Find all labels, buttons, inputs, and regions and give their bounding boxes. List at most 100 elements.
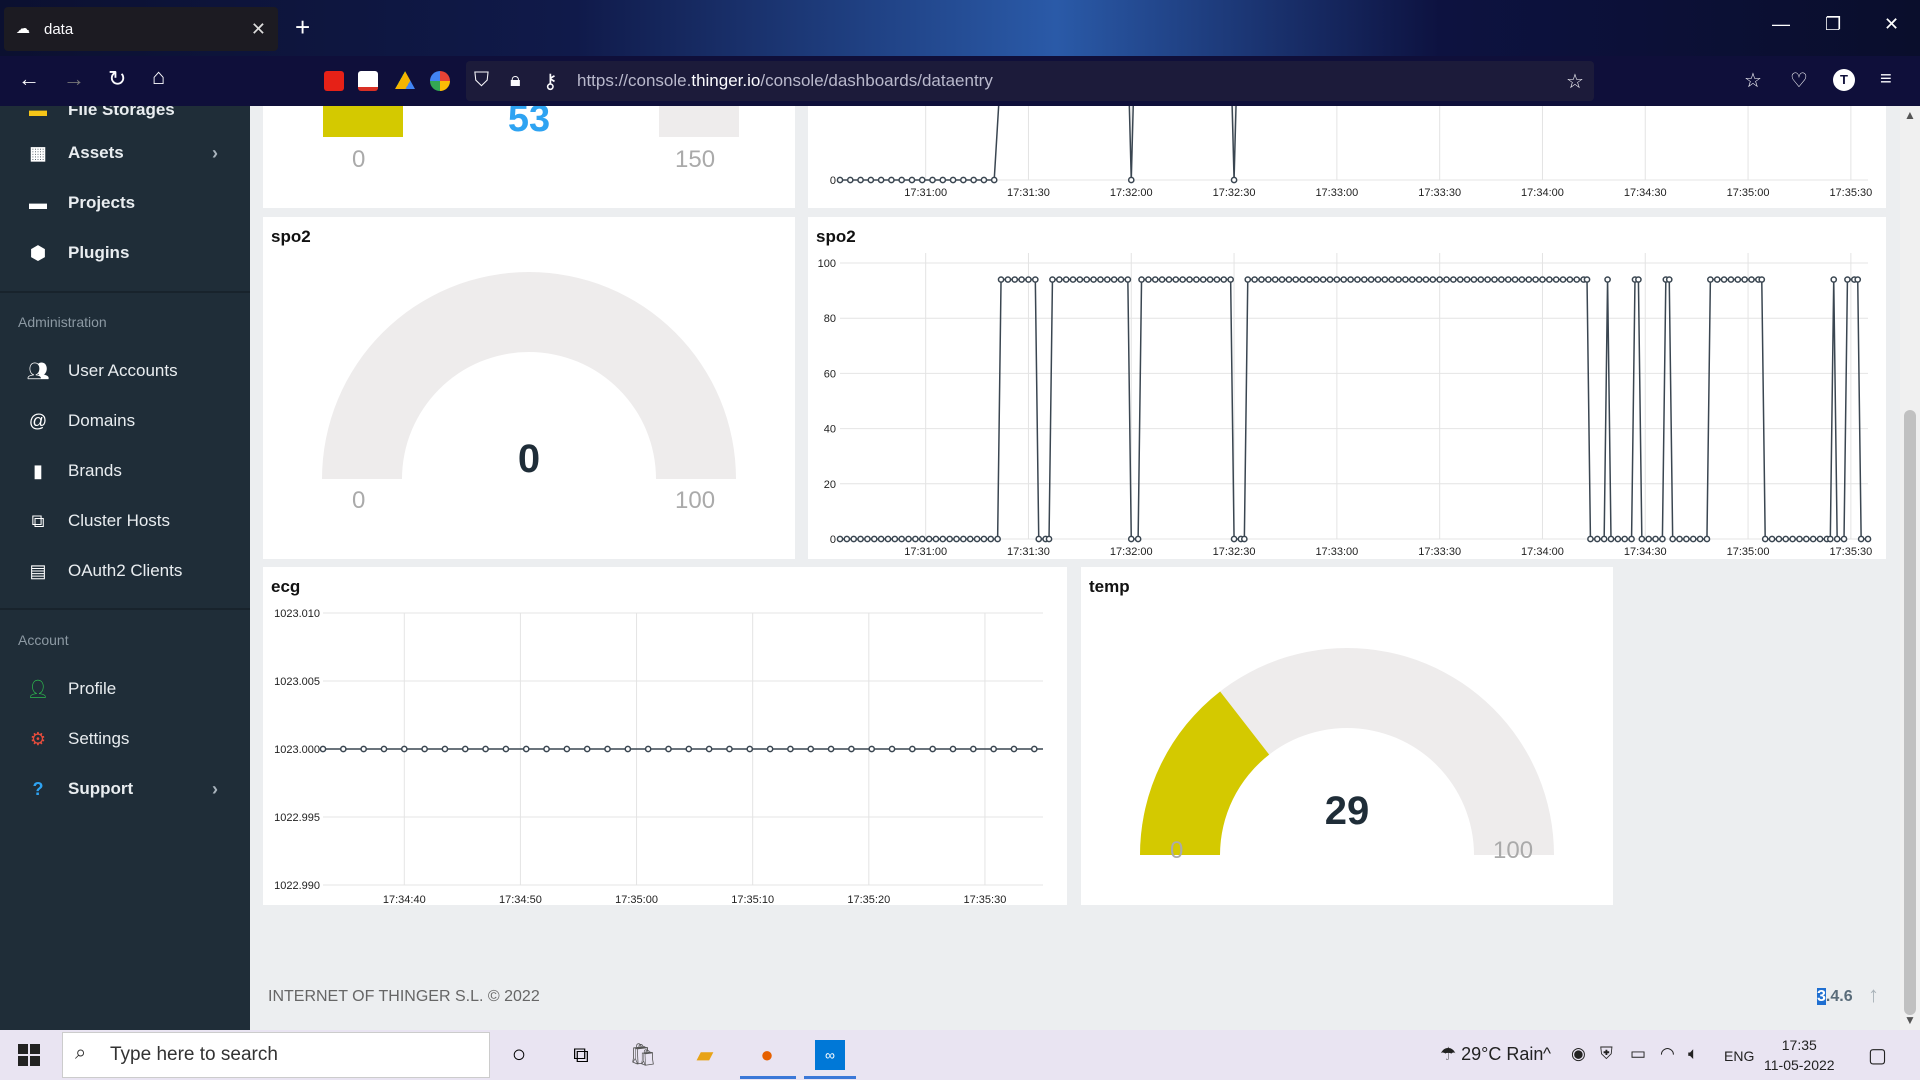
menu-icon[interactable]: ≡ bbox=[1880, 68, 1892, 91]
data-point bbox=[1532, 276, 1539, 283]
y-tick-label: 1023.005 bbox=[274, 676, 320, 688]
language-indicator[interactable]: ENG bbox=[1724, 1048, 1754, 1064]
data-point bbox=[1645, 535, 1653, 543]
firefox-icon[interactable]: ● bbox=[752, 1040, 782, 1070]
scroll-top-icon[interactable]: ↑ bbox=[1868, 982, 1879, 1008]
tab-close-icon[interactable]: ✕ bbox=[251, 19, 266, 40]
data-point bbox=[1621, 535, 1629, 543]
lock-icon[interactable]: 🔒︎ bbox=[510, 69, 521, 92]
data-point bbox=[1758, 276, 1766, 283]
wifi-icon[interactable]: ◠ bbox=[1660, 1044, 1675, 1064]
store-icon[interactable]: 🛍︎ bbox=[628, 1040, 658, 1070]
data-point bbox=[1497, 276, 1505, 283]
sidebar-heading-administration: Administration bbox=[18, 314, 107, 330]
windows-start-icon[interactable] bbox=[18, 1044, 40, 1066]
data-point bbox=[1607, 535, 1615, 543]
data-point bbox=[939, 535, 947, 543]
sidebar-item-file-storages[interactable]: ▬ File Storages bbox=[0, 106, 250, 130]
data-point bbox=[1117, 276, 1125, 283]
scroll-down-icon[interactable]: ▼ bbox=[1904, 1013, 1916, 1027]
new-tab-icon[interactable]: + bbox=[295, 12, 310, 43]
sidebar-item-settings[interactable]: ⚙ Settings bbox=[0, 719, 250, 759]
data-point bbox=[1145, 276, 1152, 283]
data-point bbox=[1833, 535, 1841, 543]
window-close-icon[interactable]: ✕ bbox=[1884, 14, 1899, 35]
data-point bbox=[891, 535, 899, 543]
data-point bbox=[1525, 276, 1533, 283]
data-point bbox=[1230, 176, 1238, 184]
weather-widget[interactable]: ☂ 29°C Rain bbox=[1440, 1044, 1543, 1065]
gears-icon: ⚙ bbox=[29, 728, 47, 749]
data-point bbox=[1854, 276, 1862, 283]
user-icon: 👤︎ bbox=[26, 678, 50, 699]
url-text[interactable]: https://console.thinger.io/console/dashb… bbox=[577, 71, 993, 91]
volume-icon[interactable]: 🔈︎ bbox=[1688, 1044, 1698, 1064]
tray-chevron-icon[interactable]: ^ bbox=[1543, 1044, 1551, 1064]
data-point bbox=[1450, 276, 1457, 283]
pocket-icon[interactable]: ♡ bbox=[1790, 68, 1808, 93]
data-point bbox=[1388, 276, 1396, 283]
version-label: 3.4.6 bbox=[1817, 988, 1853, 1005]
account-avatar[interactable]: T bbox=[1833, 69, 1855, 91]
y-tick-label: 0 bbox=[830, 534, 836, 546]
defender-icon[interactable]: ⛨ bbox=[1600, 1044, 1613, 1064]
reload-icon[interactable]: ↻ bbox=[108, 66, 126, 92]
browser-tab[interactable]: ☁ data ✕ bbox=[4, 7, 278, 51]
data-point bbox=[1604, 276, 1611, 283]
users-icon: 👥︎ bbox=[26, 360, 50, 381]
data-point bbox=[836, 176, 844, 184]
data-point bbox=[1741, 276, 1748, 283]
data-point bbox=[969, 745, 977, 753]
data-point bbox=[1683, 535, 1690, 543]
forward-icon[interactable]: → bbox=[63, 66, 85, 92]
data-point bbox=[1069, 276, 1077, 283]
sidebar-item-support[interactable]: ? Support › bbox=[0, 769, 250, 809]
data-point bbox=[1360, 276, 1368, 283]
collections-icon[interactable]: ☆ bbox=[1744, 68, 1762, 93]
data-point bbox=[1422, 276, 1430, 283]
battery-icon[interactable]: ▭ bbox=[1630, 1044, 1646, 1064]
sidebar-item-oauth2-clients[interactable]: ▤ OAuth2 Clients bbox=[0, 551, 250, 591]
gauge-min: 0 bbox=[352, 146, 366, 173]
data-point bbox=[1031, 276, 1039, 283]
temp-gauge-widget: temp 29 0 100 bbox=[1081, 567, 1613, 905]
data-point bbox=[939, 176, 947, 184]
data-point bbox=[1857, 535, 1865, 543]
data-point bbox=[441, 745, 449, 753]
bookmark-star-icon[interactable]: ☆ bbox=[1566, 69, 1584, 94]
sidebar-item-profile[interactable]: 👤︎ Profile bbox=[0, 669, 250, 709]
data-point bbox=[1251, 276, 1258, 283]
x-tick-label: 17:32:30 bbox=[1213, 546, 1256, 558]
sidebar-item-plugins[interactable]: ⬢ Plugins bbox=[0, 233, 250, 273]
notification-icon[interactable]: ▢ bbox=[1868, 1043, 1887, 1068]
photos-bookmark-icon[interactable] bbox=[430, 71, 450, 91]
taskbar-clock[interactable]: 17:35 11-05-2022 bbox=[1764, 1035, 1835, 1075]
data-point bbox=[1186, 276, 1193, 283]
file-explorer-icon[interactable]: ▰ bbox=[690, 1040, 720, 1070]
sidebar-item-domains[interactable]: @ Domains bbox=[0, 401, 250, 441]
data-point bbox=[848, 745, 855, 753]
restore-icon[interactable]: ❐ bbox=[1825, 14, 1841, 35]
data-point bbox=[1220, 276, 1228, 283]
tray-app-icon[interactable]: ◉ bbox=[1571, 1044, 1586, 1064]
permissions-key-icon[interactable]: ⚷ bbox=[543, 69, 558, 94]
data-point bbox=[665, 745, 672, 753]
scrollbar-thumb[interactable] bbox=[1904, 410, 1916, 1015]
sidebar-item-assets[interactable]: ▦ Assets › bbox=[0, 133, 250, 173]
sidebar-divider bbox=[0, 608, 250, 610]
home-icon[interactable]: ⌂ bbox=[152, 64, 165, 90]
arduino-icon[interactable]: ∞ bbox=[815, 1040, 845, 1070]
sidebar-item-user-accounts[interactable]: 👥︎ User Accounts bbox=[0, 351, 250, 391]
task-view-icon[interactable]: ⧉ bbox=[566, 1040, 596, 1070]
gmail-bookmark-icon[interactable] bbox=[358, 71, 378, 91]
sidebar-item-projects[interactable]: ▬ Projects bbox=[0, 183, 250, 223]
gauge-min: 0 bbox=[1170, 837, 1184, 864]
youtube-bookmark-icon[interactable] bbox=[324, 71, 344, 91]
back-icon[interactable]: ← bbox=[18, 66, 40, 92]
shield-icon[interactable]: ⛉ bbox=[474, 69, 489, 92]
sidebar-item-brands[interactable]: ▮ Brands bbox=[0, 451, 250, 491]
cortana-icon[interactable]: ○ bbox=[504, 1040, 534, 1070]
scroll-up-icon[interactable]: ▲ bbox=[1904, 108, 1916, 122]
sidebar-item-cluster-hosts[interactable]: ⧉ Cluster Hosts bbox=[0, 501, 250, 541]
minimize-icon[interactable]: — bbox=[1772, 14, 1790, 35]
